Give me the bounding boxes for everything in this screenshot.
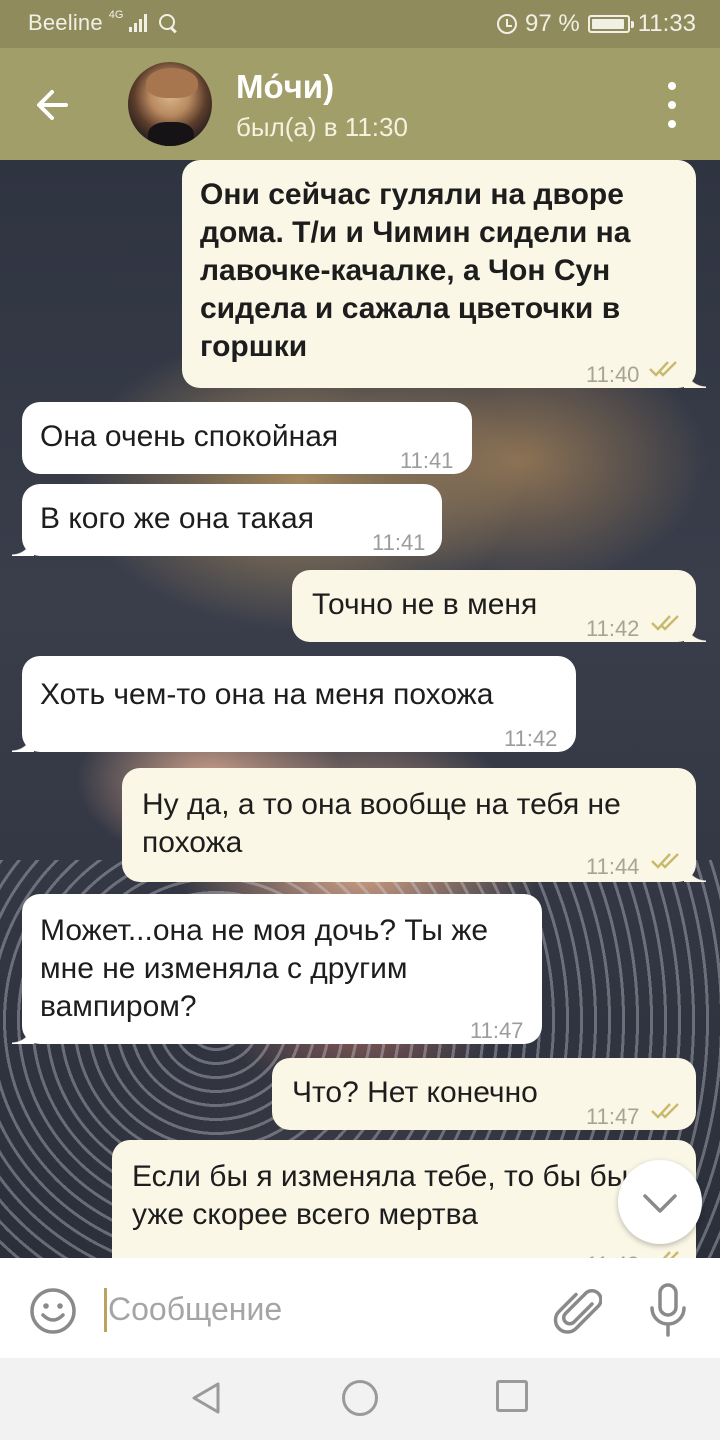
battery-icon [587, 15, 634, 33]
message-time: 11:40 [586, 362, 640, 387]
message-time: 11:47 [586, 1104, 640, 1129]
back-arrow-icon[interactable] [28, 80, 78, 130]
battery-percent: 97 % [525, 10, 580, 37]
clock: 11:33 [637, 10, 696, 37]
text-cursor [104, 1288, 107, 1332]
message-outgoing[interactable]: Они сейчас гуляли на дворе дома. Т/и и Ч… [182, 160, 706, 388]
read-ticks-icon [651, 853, 679, 869]
search-icon [159, 14, 177, 32]
message-outgoing[interactable]: Если бы я изменяла тебе, то бы бы уже ск… [112, 1140, 696, 1258]
last-seen-status: был(а) в 11:30 [236, 112, 408, 142]
chat-area[interactable]: Они сейчас гуляли на дворе дома. Т/и и Ч… [0, 160, 720, 1258]
read-ticks-icon [651, 1103, 679, 1119]
message-time: 11:44 [586, 854, 640, 879]
message-text: Они сейчас гуляли на дворе дома. Т/и и Ч… [200, 178, 631, 363]
message-input[interactable] [108, 1284, 528, 1334]
message-incoming[interactable]: Может...она не моя дочь? Ты же мне не из… [12, 894, 542, 1044]
network-type: 4G [108, 9, 124, 21]
message-input-bar [0, 1258, 720, 1358]
message-time: 11:42 [586, 616, 640, 641]
read-ticks-icon [651, 615, 679, 631]
chevron-down-icon [643, 1194, 677, 1213]
attach-icon[interactable] [552, 1284, 603, 1338]
contact-name[interactable]: Мо́чи) [236, 68, 334, 106]
message-incoming[interactable]: Хоть чем-то она на меня похожа 11:42 [12, 656, 576, 752]
carrier-name: Beeline [28, 10, 103, 35]
more-vert-icon[interactable] [658, 82, 686, 128]
nav-home-icon[interactable] [342, 1380, 378, 1416]
message-time: 11:41 [372, 530, 426, 555]
system-nav-bar [0, 1358, 720, 1440]
message-time: 11:48 [586, 1246, 639, 1258]
message-time: 11:47 [470, 1018, 524, 1043]
message-outgoing[interactable]: Точно не в меня 11:42 [292, 570, 706, 642]
read-ticks-icon [649, 361, 677, 377]
status-bar: Beeline 4G 97 % 11:33 [0, 0, 720, 48]
message-outgoing[interactable]: Ну да, а то она вообще на тебя не похожа… [122, 768, 706, 882]
read-ticks-icon [662, 1251, 679, 1258]
message-time: 11:41 [400, 448, 454, 473]
signal-icon [129, 14, 148, 32]
message-outgoing[interactable]: Что? Нет конечно 11:47 [272, 1058, 696, 1130]
scroll-down-button[interactable] [618, 1160, 702, 1244]
message-incoming[interactable]: Она очень спокойная 11:41 [22, 402, 472, 474]
message-text: Она очень спокойная [40, 420, 339, 453]
chat-header: Мо́чи) был(а) в 11:30 [0, 48, 720, 160]
mic-icon[interactable] [644, 1282, 692, 1338]
message-incoming[interactable]: В кого же она такая 11:41 [12, 484, 442, 556]
emoji-icon[interactable] [28, 1286, 78, 1336]
nav-recent-icon[interactable] [496, 1380, 528, 1412]
alarm-icon [497, 14, 518, 34]
message-text: В кого же она такая [40, 502, 314, 535]
message-text: Если бы я изменяла тебе, то бы бы уже ск… [132, 1160, 629, 1231]
message-text: Хоть чем-то она на меня похожа [40, 678, 494, 711]
nav-back-icon[interactable] [188, 1380, 224, 1416]
avatar[interactable] [128, 62, 212, 146]
message-text: Может...она не моя дочь? Ты же мне не из… [40, 914, 489, 1023]
message-time: 11:42 [504, 726, 558, 751]
